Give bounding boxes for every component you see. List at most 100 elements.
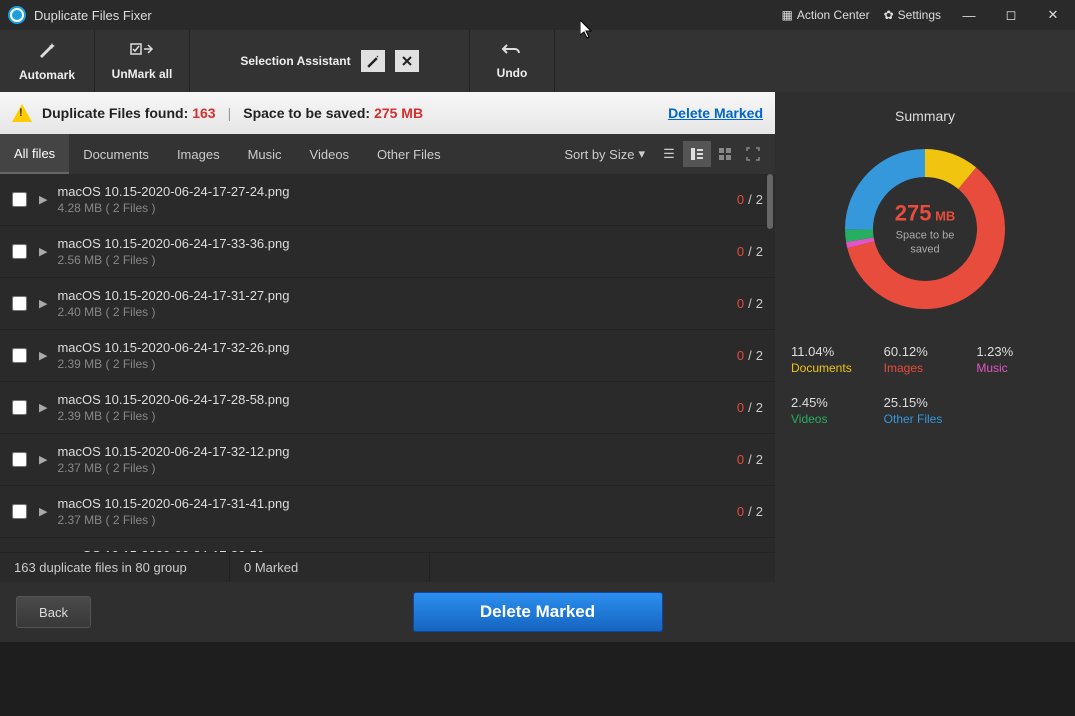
- expand-icon[interactable]: ▶: [39, 349, 47, 362]
- stat-item: 25.15% Other Files: [884, 395, 967, 426]
- tab-music[interactable]: Music: [234, 134, 296, 174]
- expand-icon[interactable]: ▶: [39, 401, 47, 414]
- file-row[interactable]: ▶ macOS 10.15-2020-06-24-17-32-56.png 2.…: [0, 538, 775, 552]
- file-count: 0/2: [737, 504, 763, 519]
- file-row[interactable]: ▶ macOS 10.15-2020-06-24-17-33-36.png 2.…: [0, 226, 775, 278]
- stat-pct: 60.12%: [884, 344, 967, 359]
- donut-unit: MB: [935, 209, 955, 224]
- stat-item: 2.45% Videos: [791, 395, 874, 426]
- file-meta: 2.56 MB ( 2 Files ): [57, 253, 736, 267]
- settings-button[interactable]: ✿ Settings: [884, 8, 941, 22]
- file-name: macOS 10.15-2020-06-24-17-28-58.png: [57, 392, 736, 407]
- view-list-icon[interactable]: ☰: [655, 141, 683, 167]
- scrollbar-thumb[interactable]: [767, 174, 773, 229]
- maximize-button[interactable]: ◻: [997, 5, 1025, 25]
- fullscreen-icon[interactable]: [739, 141, 767, 167]
- file-checkbox[interactable]: [12, 400, 27, 415]
- file-row[interactable]: ▶ macOS 10.15-2020-06-24-17-31-27.png 2.…: [0, 278, 775, 330]
- expand-icon[interactable]: ▶: [39, 193, 47, 206]
- dup-found-label: Duplicate Files found:: [42, 105, 188, 121]
- file-count: 0/2: [737, 452, 763, 467]
- gear-icon: ✿: [884, 8, 894, 22]
- delete-marked-button[interactable]: Delete Marked: [413, 592, 663, 632]
- file-meta: 2.37 MB ( 2 Files ): [57, 461, 736, 475]
- file-name: macOS 10.15-2020-06-24-17-27-24.png: [57, 184, 736, 199]
- file-checkbox[interactable]: [12, 296, 27, 311]
- file-row[interactable]: ▶ macOS 10.15-2020-06-24-17-27-24.png 4.…: [0, 174, 775, 226]
- action-center-label: Action Center: [797, 8, 870, 22]
- automark-button[interactable]: Automark: [0, 30, 95, 92]
- minimize-button[interactable]: —: [955, 5, 983, 25]
- assist-tools-1-button[interactable]: [361, 50, 385, 72]
- file-checkbox[interactable]: [12, 504, 27, 519]
- expand-icon[interactable]: ▶: [39, 245, 47, 258]
- stat-item: 60.12% Images: [884, 344, 967, 375]
- space-saved-label: Space to be saved:: [243, 105, 370, 121]
- file-meta: 2.39 MB ( 2 Files ): [57, 357, 736, 371]
- sort-dropdown[interactable]: Sort by Size ▾: [564, 146, 645, 162]
- file-row[interactable]: ▶ macOS 10.15-2020-06-24-17-32-12.png 2.…: [0, 434, 775, 486]
- status-groups: 163 duplicate files in 80 group: [0, 553, 230, 582]
- file-row[interactable]: ▶ macOS 10.15-2020-06-24-17-32-26.png 2.…: [0, 330, 775, 382]
- tab-other-files[interactable]: Other Files: [363, 134, 455, 174]
- uncheck-icon: [130, 42, 154, 63]
- action-center-button[interactable]: ▦ Action Center: [782, 8, 870, 22]
- tab-all-files[interactable]: All files: [0, 134, 69, 174]
- wand-icon: [37, 41, 57, 64]
- unmark-all-button[interactable]: UnMark all: [95, 30, 190, 92]
- warning-icon: [12, 104, 32, 122]
- close-button[interactable]: ✕: [1039, 5, 1067, 25]
- separator: |: [228, 105, 232, 121]
- file-list: ▶ macOS 10.15-2020-06-24-17-27-24.png 4.…: [0, 174, 775, 552]
- view-details-icon[interactable]: [683, 141, 711, 167]
- space-saved-value: 275 MB: [374, 105, 423, 121]
- file-checkbox[interactable]: [12, 452, 27, 467]
- chevron-down-icon: ▾: [638, 146, 645, 162]
- donut-value: 275: [895, 201, 932, 226]
- stat-pct: 1.23%: [976, 344, 1059, 359]
- summary-title: Summary: [791, 108, 1059, 124]
- tab-videos[interactable]: Videos: [296, 134, 364, 174]
- grid-icon: ▦: [782, 8, 793, 22]
- file-meta: 2.37 MB ( 2 Files ): [57, 513, 736, 527]
- file-meta: 2.39 MB ( 2 Files ): [57, 409, 736, 423]
- tab-images[interactable]: Images: [163, 134, 234, 174]
- file-row[interactable]: ▶ macOS 10.15-2020-06-24-17-31-41.png 2.…: [0, 486, 775, 538]
- assist-tools-2-button[interactable]: [395, 50, 419, 72]
- app-icon: [8, 6, 26, 24]
- donut-chart: 275 MB Space to besaved: [840, 144, 1010, 314]
- file-name: macOS 10.15-2020-06-24-17-31-41.png: [57, 496, 736, 511]
- file-checkbox[interactable]: [12, 348, 27, 363]
- file-count: 0/2: [737, 400, 763, 415]
- file-checkbox[interactable]: [12, 244, 27, 259]
- file-checkbox[interactable]: [12, 192, 27, 207]
- stat-label: Music: [976, 361, 1059, 375]
- file-name: macOS 10.15-2020-06-24-17-33-36.png: [57, 236, 736, 251]
- back-button[interactable]: Back: [16, 596, 91, 628]
- selection-assistant-label: Selection Assistant: [240, 54, 350, 68]
- tab-documents[interactable]: Documents: [69, 134, 163, 174]
- settings-label: Settings: [898, 8, 941, 22]
- expand-icon[interactable]: ▶: [39, 453, 47, 466]
- stat-item: 11.04% Documents: [791, 344, 874, 375]
- stat-pct: 11.04%: [791, 344, 874, 359]
- selection-assistant: Selection Assistant: [190, 30, 470, 92]
- dup-found-count: 163: [192, 105, 215, 121]
- expand-icon[interactable]: ▶: [39, 297, 47, 310]
- file-name: macOS 10.15-2020-06-24-17-31-27.png: [57, 288, 736, 303]
- file-count: 0/2: [737, 192, 763, 207]
- stat-pct: 25.15%: [884, 395, 967, 410]
- bottom-bar: Back Delete Marked: [0, 582, 1075, 642]
- sort-label: Sort by Size: [564, 147, 634, 162]
- unmark-all-label: UnMark all: [112, 67, 173, 81]
- tab-row: All files Documents Images Music Videos …: [0, 134, 775, 174]
- file-row[interactable]: ▶ macOS 10.15-2020-06-24-17-28-58.png 2.…: [0, 382, 775, 434]
- expand-icon[interactable]: ▶: [39, 505, 47, 518]
- delete-marked-link[interactable]: Delete Marked: [668, 105, 763, 121]
- view-grid-icon[interactable]: [711, 141, 739, 167]
- toolbar: Automark UnMark all Selection Assistant …: [0, 30, 1075, 92]
- file-name: macOS 10.15-2020-06-24-17-32-12.png: [57, 444, 736, 459]
- infobar: Duplicate Files found: 163 | Space to be…: [0, 92, 775, 134]
- undo-icon: [501, 43, 523, 62]
- undo-button[interactable]: Undo: [470, 30, 555, 92]
